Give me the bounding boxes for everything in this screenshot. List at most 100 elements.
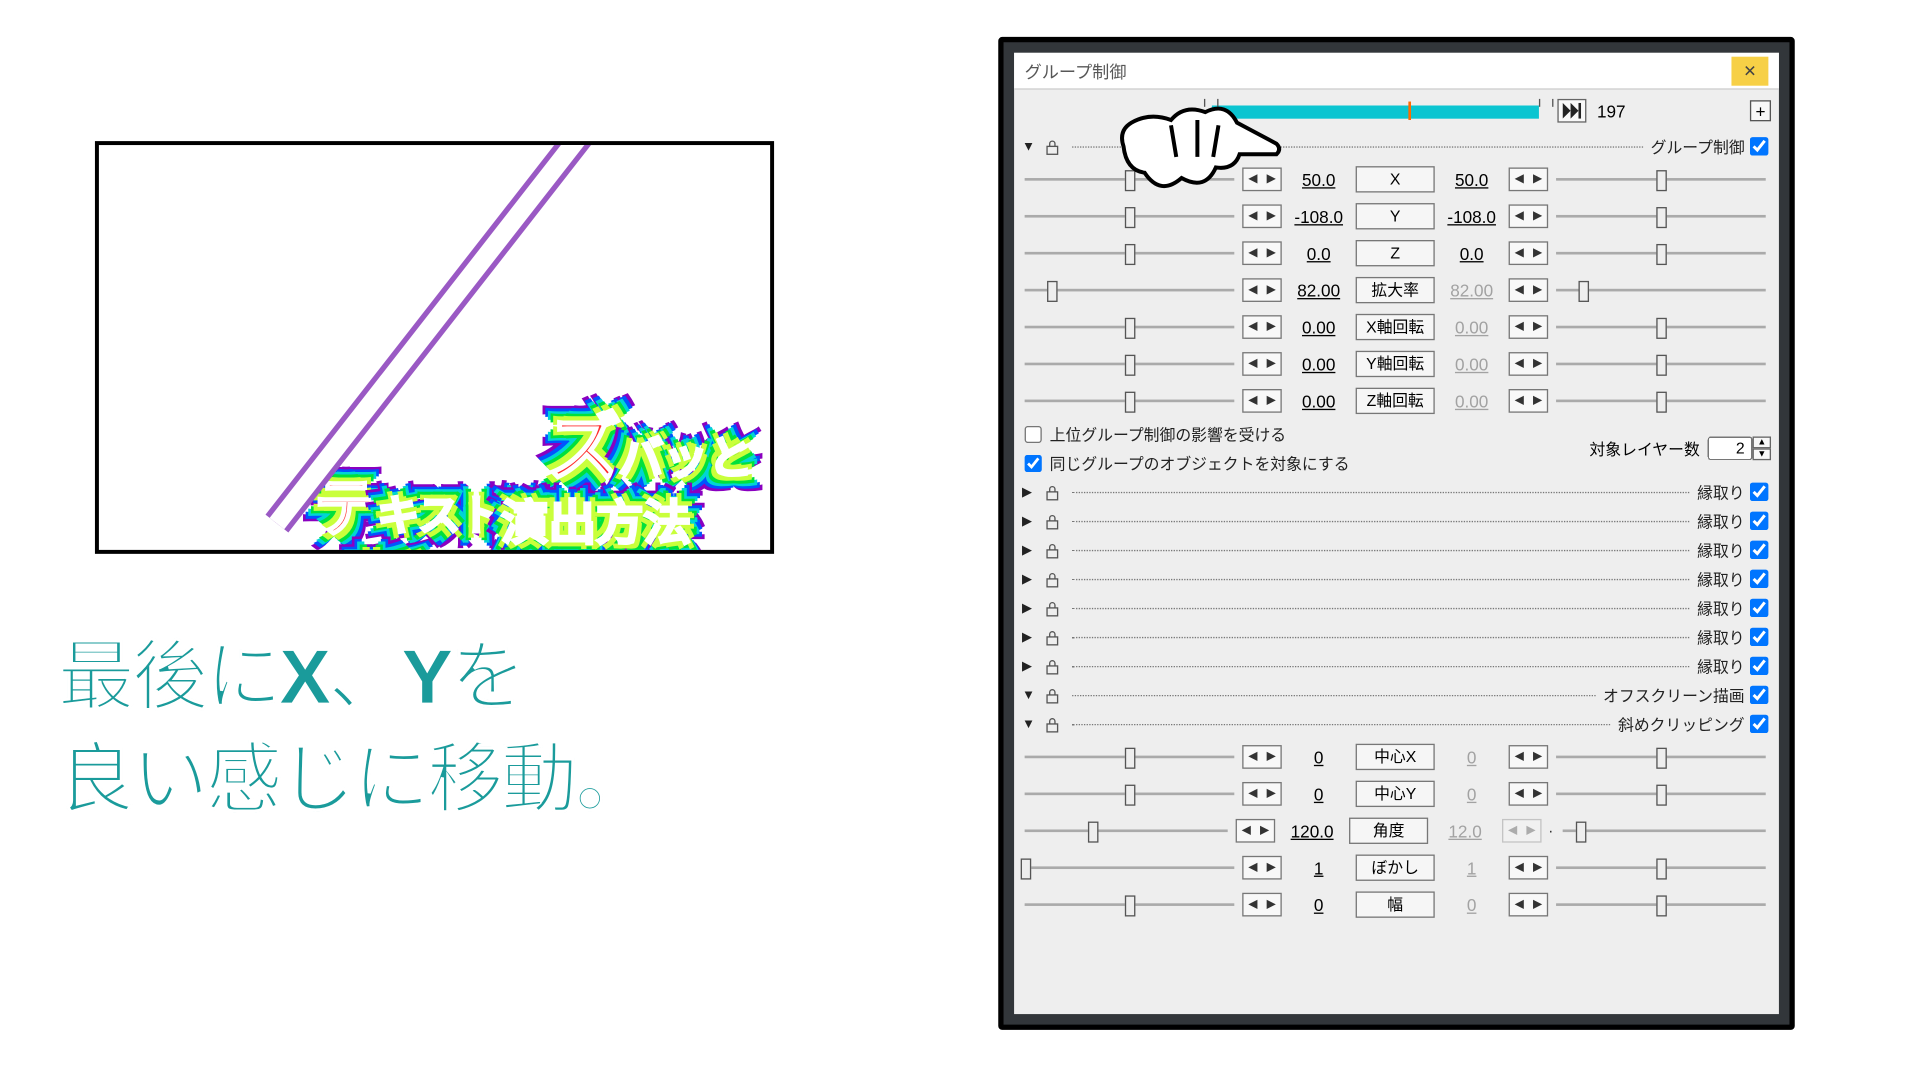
filter-checkbox[interactable]: [1750, 541, 1768, 559]
chevron-right-icon[interactable]: ▶: [1022, 659, 1040, 674]
lock-icon[interactable]: [1040, 599, 1064, 617]
filter-checkbox[interactable]: [1750, 512, 1768, 530]
slider-left[interactable]: [1022, 745, 1237, 769]
param-name-button[interactable]: X: [1356, 166, 1435, 192]
filter-heading-6[interactable]: ▶ 縁取り: [1019, 651, 1771, 680]
chevron-down-icon[interactable]: ▼: [1022, 139, 1040, 154]
filter-heading-1[interactable]: ▶ 縁取り: [1019, 506, 1771, 535]
value-left[interactable]: 0.00: [1287, 354, 1350, 374]
lock-icon[interactable]: [1040, 570, 1064, 588]
stepper-right[interactable]: [1509, 278, 1549, 302]
timeline[interactable]: 197 +: [1019, 95, 1771, 127]
chevron-down-icon[interactable]: ▼: [1022, 688, 1040, 703]
value-left[interactable]: 120.0: [1280, 821, 1343, 841]
lock-icon[interactable]: [1040, 657, 1064, 675]
filter-checkbox[interactable]: [1750, 483, 1768, 501]
slider-left[interactable]: [1022, 241, 1237, 265]
chevron-right-icon[interactable]: ▶: [1022, 514, 1040, 529]
param-name-button[interactable]: 中心Y: [1356, 781, 1435, 807]
value-left[interactable]: 1: [1287, 858, 1350, 878]
stepper-left[interactable]: [1242, 745, 1282, 769]
stepper-left[interactable]: [1242, 782, 1282, 806]
param-name-button[interactable]: 幅: [1356, 891, 1435, 917]
slider-left[interactable]: [1022, 315, 1237, 339]
filter-heading-4[interactable]: ▶ 縁取り: [1019, 593, 1771, 622]
filter-checkbox[interactable]: [1750, 715, 1768, 733]
slider-right[interactable]: [1553, 241, 1768, 265]
value-left[interactable]: 50.0: [1287, 169, 1350, 189]
close-icon[interactable]: ✕: [1731, 56, 1768, 85]
plus-icon[interactable]: +: [1750, 100, 1771, 121]
slider-right[interactable]: [1553, 893, 1768, 917]
filter-heading-8[interactable]: ▼ 斜めクリッピング: [1019, 709, 1771, 738]
param-name-button[interactable]: Z: [1356, 240, 1435, 266]
filter-checkbox[interactable]: [1750, 570, 1768, 588]
stepper-left[interactable]: [1242, 315, 1282, 339]
lock-icon[interactable]: [1040, 541, 1064, 559]
stepper-right[interactable]: [1509, 204, 1549, 228]
stepper-right[interactable]: [1509, 745, 1549, 769]
value-right[interactable]: 0: [1440, 895, 1503, 915]
slider-right[interactable]: [1553, 315, 1768, 339]
slider-right[interactable]: [1560, 819, 1768, 843]
stepper-right[interactable]: [1502, 819, 1542, 843]
value-right[interactable]: 50.0: [1440, 169, 1503, 189]
slider-right[interactable]: [1553, 782, 1768, 806]
slider-left[interactable]: [1022, 278, 1237, 302]
filter-heading-0[interactable]: ▶ 縁取り: [1019, 477, 1771, 506]
fast-forward-icon[interactable]: [1557, 99, 1586, 123]
value-left[interactable]: 82.00: [1287, 280, 1350, 300]
param-name-button[interactable]: Y: [1356, 203, 1435, 229]
timeline-playhead[interactable]: [1408, 102, 1411, 120]
filter-checkbox[interactable]: [1750, 686, 1768, 704]
stepper-right[interactable]: [1509, 893, 1549, 917]
slider-left[interactable]: [1022, 204, 1237, 228]
value-right[interactable]: 0.0: [1440, 243, 1503, 263]
lock-icon[interactable]: [1040, 137, 1064, 155]
lock-icon[interactable]: [1040, 628, 1064, 646]
stepper-left[interactable]: [1242, 856, 1282, 880]
param-name-button[interactable]: 拡大率: [1356, 277, 1435, 303]
value-left[interactable]: 0: [1287, 895, 1350, 915]
param-name-button[interactable]: Y軸回転: [1356, 351, 1435, 377]
filter-heading-3[interactable]: ▶ 縁取り: [1019, 564, 1771, 593]
lock-icon[interactable]: [1040, 512, 1064, 530]
same-group-checkbox[interactable]: [1025, 454, 1042, 471]
slider-left[interactable]: [1022, 167, 1237, 191]
slider-right[interactable]: [1553, 352, 1768, 376]
main-section-heading[interactable]: ▼ グループ制御: [1019, 132, 1771, 161]
filter-heading-7[interactable]: ▼ オフスクリーン描画: [1019, 680, 1771, 709]
titlebar[interactable]: グループ制御 ✕: [1014, 53, 1779, 90]
stepper-right[interactable]: [1509, 167, 1549, 191]
value-left[interactable]: 0.00: [1287, 317, 1350, 337]
chevron-right-icon[interactable]: ▶: [1022, 630, 1040, 645]
stepper-right[interactable]: [1509, 241, 1549, 265]
value-right[interactable]: 0.00: [1440, 391, 1503, 411]
param-name-button[interactable]: ぼかし: [1356, 855, 1435, 881]
value-left[interactable]: 0.0: [1287, 243, 1350, 263]
filter-heading-5[interactable]: ▶ 縁取り: [1019, 622, 1771, 651]
slider-right[interactable]: [1553, 204, 1768, 228]
slider-right[interactable]: [1553, 167, 1768, 191]
stepper-left[interactable]: [1236, 819, 1276, 843]
stepper-left[interactable]: [1242, 167, 1282, 191]
slider-right[interactable]: [1553, 278, 1768, 302]
value-left[interactable]: -108.0: [1287, 206, 1350, 226]
target-layer-stepper[interactable]: ▲▼: [1753, 436, 1771, 460]
stepper-right[interactable]: [1509, 352, 1549, 376]
value-right[interactable]: 0.00: [1440, 317, 1503, 337]
group-control-checkbox[interactable]: [1750, 137, 1768, 155]
value-right[interactable]: 0.00: [1440, 354, 1503, 374]
stepper-left[interactable]: [1242, 389, 1282, 413]
slider-left[interactable]: [1022, 352, 1237, 376]
slider-left[interactable]: [1022, 856, 1237, 880]
stepper-left[interactable]: [1242, 241, 1282, 265]
stepper-left[interactable]: [1242, 204, 1282, 228]
target-layer-input[interactable]: [1708, 436, 1753, 460]
chevron-right-icon[interactable]: ▶: [1022, 543, 1040, 558]
slider-left[interactable]: [1022, 819, 1230, 843]
stepper-left[interactable]: [1242, 352, 1282, 376]
chevron-right-icon[interactable]: ▶: [1022, 572, 1040, 587]
slider-right[interactable]: [1553, 389, 1768, 413]
param-name-button[interactable]: 中心X: [1356, 744, 1435, 770]
